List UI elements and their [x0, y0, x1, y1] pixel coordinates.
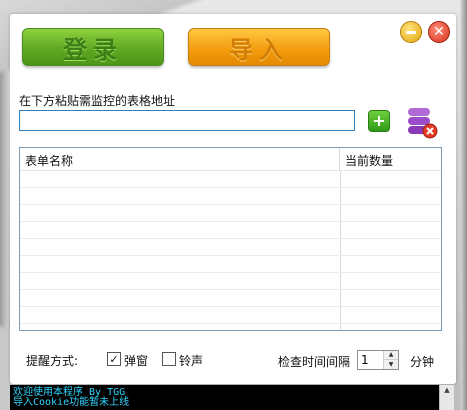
- log-console[interactable]: 欢迎使用本程序 By TGG 导入Cookie功能暂未上线: [10, 385, 439, 410]
- table-header: 表单名称 当前数量: [20, 148, 441, 171]
- table-cell: [20, 273, 341, 289]
- table-cell: [20, 290, 341, 306]
- table-cell: [20, 256, 341, 272]
- add-button[interactable]: +: [368, 110, 390, 132]
- table-row[interactable]: [20, 256, 441, 273]
- close-button[interactable]: ✕: [428, 21, 450, 43]
- column-header-current-count[interactable]: 当前数量: [340, 148, 441, 170]
- table-cell: [341, 171, 441, 187]
- table-cell: [341, 205, 441, 221]
- remove-database-button[interactable]: [406, 106, 438, 140]
- import-button[interactable]: 导入: [188, 28, 330, 66]
- sound-checkbox[interactable]: [162, 352, 176, 366]
- interval-input[interactable]: [358, 351, 385, 369]
- spinner-up-icon[interactable]: ▲: [384, 351, 398, 360]
- interval-label: 检查时间间隔: [278, 355, 351, 369]
- table-row[interactable]: [20, 307, 441, 324]
- database-remove-icon: [408, 108, 438, 139]
- column-header-form-name[interactable]: 表单名称: [20, 148, 340, 170]
- table-row[interactable]: [20, 273, 441, 290]
- spinner-down-icon[interactable]: ▼: [384, 360, 398, 369]
- table-body: [20, 171, 441, 330]
- table-cell: [341, 273, 441, 289]
- table-cell: [20, 239, 341, 255]
- popup-label[interactable]: 弹窗: [124, 352, 148, 369]
- table-cell: [341, 222, 441, 238]
- table-row[interactable]: [20, 222, 441, 239]
- log-line: 导入Cookie功能暂未上线: [13, 397, 130, 408]
- remind-label: 提醒方式:: [26, 354, 79, 368]
- table-cell: [341, 290, 441, 306]
- table-cell: [341, 307, 441, 323]
- table-cell: [341, 239, 441, 255]
- interval-unit-label: 分钟: [410, 355, 435, 369]
- scroll-up-icon[interactable]: ▲: [440, 385, 454, 395]
- popup-checkbox[interactable]: ✓: [107, 352, 121, 366]
- table-row[interactable]: [20, 188, 441, 205]
- close-icon: ✕: [433, 24, 445, 40]
- table-cell: [341, 324, 441, 330]
- minimize-button[interactable]: [400, 21, 422, 43]
- table-cell: [341, 188, 441, 204]
- login-button[interactable]: 登录: [22, 28, 164, 66]
- minimize-icon: [406, 30, 416, 34]
- table-row[interactable]: [20, 171, 441, 188]
- plus-icon: +: [372, 111, 386, 130]
- url-input[interactable]: [19, 110, 355, 131]
- table-cell: [20, 324, 341, 330]
- table-cell: [341, 256, 441, 272]
- table-cell: [20, 307, 341, 323]
- table-cell: [20, 188, 341, 204]
- form-table[interactable]: 表单名称 当前数量: [19, 147, 442, 331]
- table-cell: [20, 222, 341, 238]
- table-row[interactable]: [20, 205, 441, 222]
- console-scrollbar[interactable]: ▲: [439, 385, 454, 410]
- settings-bar: 提醒方式: ✓ 弹窗 铃声 检查时间间隔 ▲ ▼ 分钟: [0, 350, 467, 370]
- interval-spinner[interactable]: ▲ ▼: [357, 350, 399, 370]
- spinner-arrows: ▲ ▼: [383, 351, 398, 369]
- url-label: 在下方粘贴需监控的表格地址: [19, 94, 176, 108]
- table-row[interactable]: [20, 239, 441, 256]
- table-cell: [20, 205, 341, 221]
- table-row[interactable]: [20, 324, 441, 330]
- table-row[interactable]: [20, 290, 441, 307]
- sound-label[interactable]: 铃声: [179, 352, 203, 369]
- table-cell: [20, 171, 341, 187]
